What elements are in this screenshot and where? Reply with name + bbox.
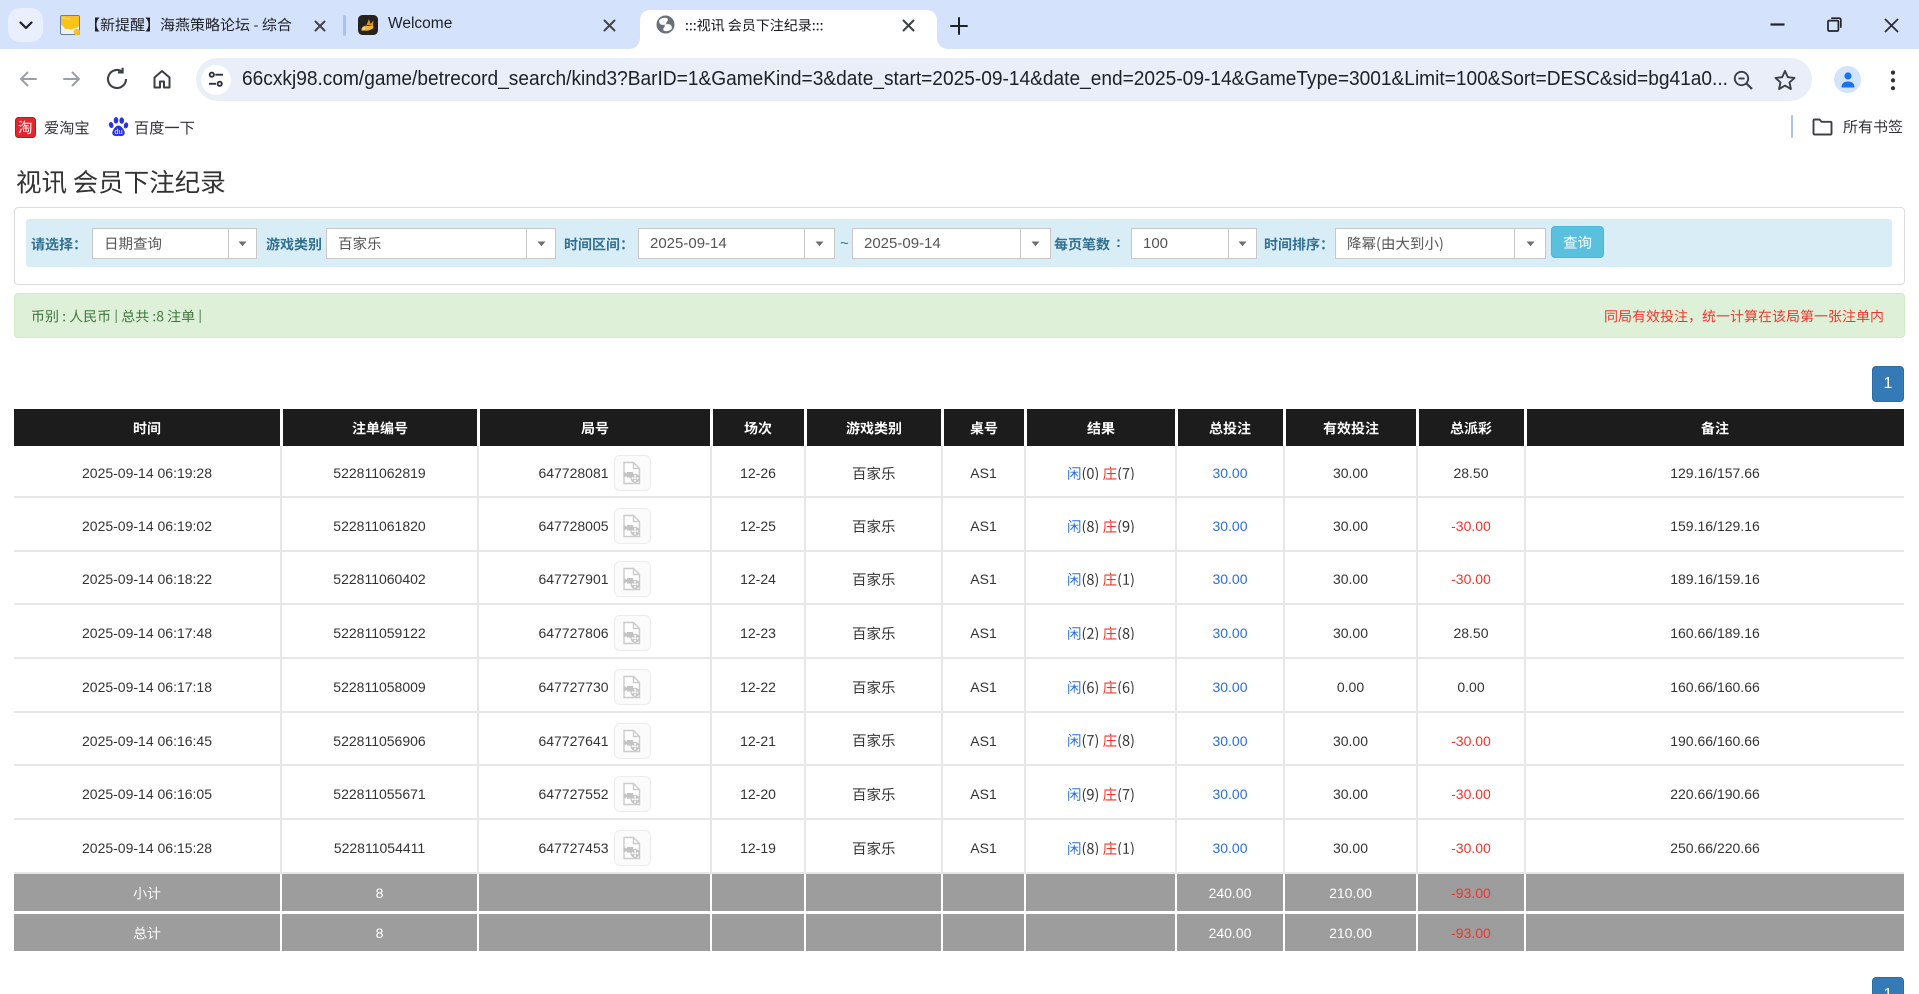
svg-text:du: du xyxy=(114,127,122,136)
